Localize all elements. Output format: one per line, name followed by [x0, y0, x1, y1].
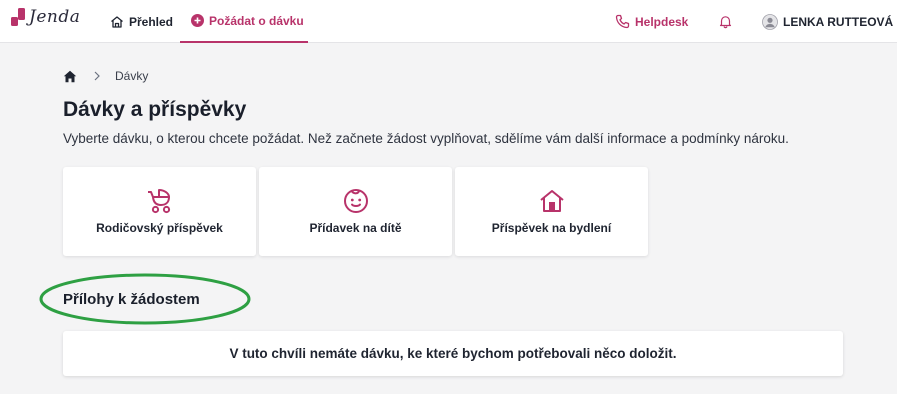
benefit-card-label: Příspěvek na bydlení: [491, 221, 612, 235]
page-title: Dávky a příspěvky: [63, 98, 247, 121]
bell-icon: [718, 14, 733, 29]
nav-overview[interactable]: Přehled: [110, 0, 173, 43]
top-navigation-bar: Jenda Přehled Požádat o dávku Helpdesk L…: [0, 0, 897, 43]
logo-mark-icon: [11, 8, 25, 26]
notifications-button[interactable]: [718, 0, 733, 43]
plus-circle-icon: [191, 14, 204, 27]
page-description: Vyberte dávku, o kterou chcete požádat. …: [63, 131, 789, 146]
breadcrumb: Dávky: [63, 68, 148, 84]
benefit-card-label: Přídavek na dítě: [309, 221, 402, 235]
benefit-card-label: Rodičovský příspěvek: [96, 221, 223, 235]
stroller-icon: [145, 187, 175, 215]
house-icon: [538, 187, 566, 215]
breadcrumb-home-icon[interactable]: [63, 70, 77, 83]
nav-overview-label: Přehled: [129, 14, 174, 29]
user-name: LENKA RUTTEOVÁ: [783, 14, 894, 29]
nav-helpdesk-label: Helpdesk: [635, 14, 689, 29]
child-face-icon: [342, 187, 370, 215]
user-avatar-icon: [762, 13, 778, 30]
logo-text: Jenda: [29, 7, 81, 27]
benefit-card-parental-allowance[interactable]: Rodičovský příspěvek: [63, 167, 256, 256]
app-logo[interactable]: Jenda: [9, 6, 80, 28]
benefit-card-child-allowance[interactable]: Přídavek na dítě: [259, 167, 452, 256]
annotation-highlight-ellipse: [39, 273, 251, 325]
phone-icon: [615, 14, 630, 29]
attachments-empty-notice: V tuto chvíli nemáte dávku, ke které byc…: [63, 331, 843, 376]
nav-request-benefit[interactable]: Požádat o dávku: [180, 0, 308, 43]
chevron-right-icon: [93, 71, 101, 81]
nav-helpdesk[interactable]: Helpdesk: [615, 0, 688, 43]
attachments-empty-message: V tuto chvíli nemáte dávku, ke které byc…: [229, 346, 677, 361]
breadcrumb-current: Dávky: [115, 69, 149, 83]
user-menu[interactable]: LENKA RUTTEOVÁ: [762, 0, 893, 43]
nav-request-benefit-label: Požádat o dávku: [209, 13, 304, 28]
home-icon: [110, 15, 124, 29]
benefit-card-housing-allowance[interactable]: Příspěvek na bydlení: [455, 167, 648, 256]
